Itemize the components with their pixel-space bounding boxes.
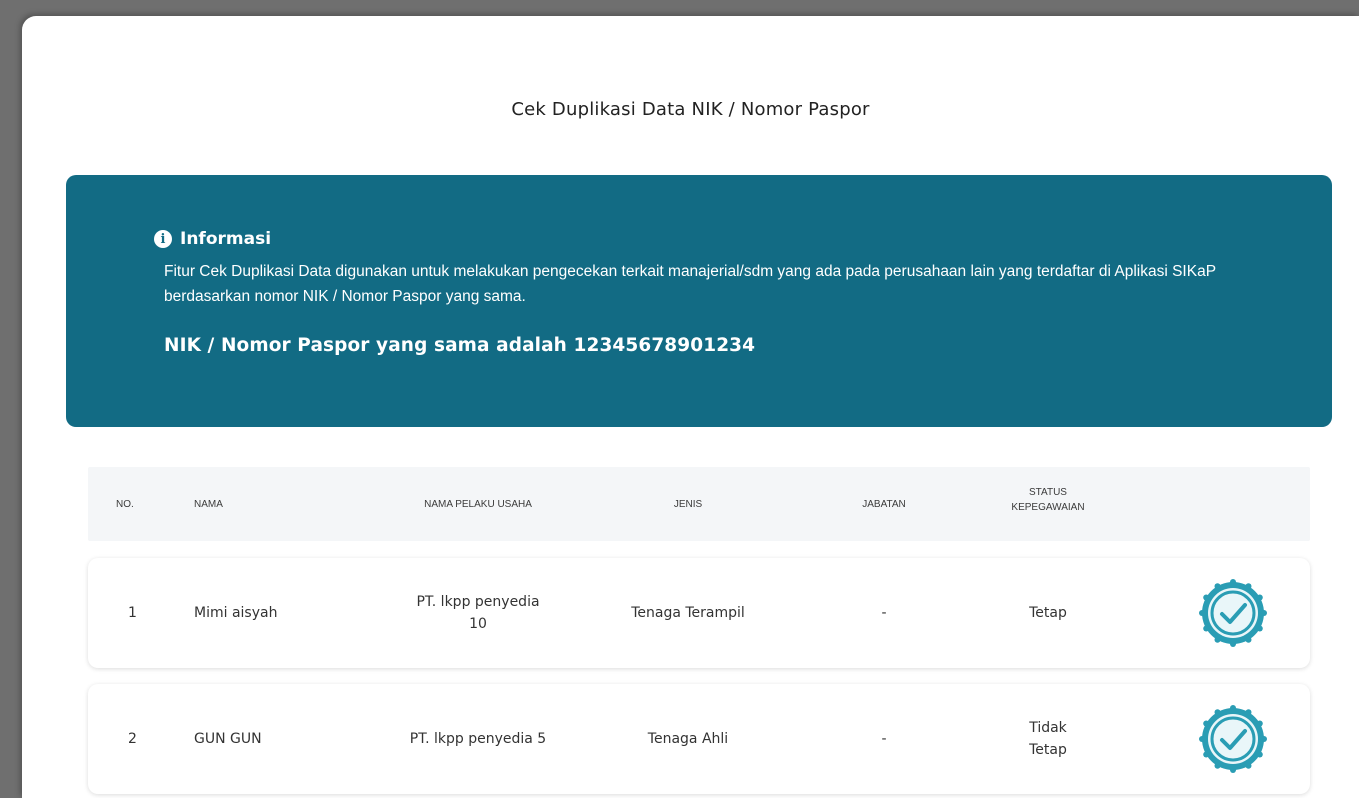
row-jenis: Tenaga Ahli — [647, 731, 729, 747]
check-badge-icon[interactable] — [1198, 704, 1268, 774]
header-status-line1: STATUS — [1029, 487, 1067, 498]
table-row: 1 Mimi aisyah PT. lkpp penyedia 10 Tenag… — [88, 558, 1310, 668]
row-pelaku-line1: PT. lkpp penyedia — [416, 594, 540, 610]
info-description: Fitur Cek Duplikasi Data digunakan untuk… — [164, 263, 1216, 305]
row-pelaku-line1: PT. lkpp penyedia 5 — [409, 731, 547, 747]
row-nama: GUN GUN — [194, 731, 262, 747]
info-panel: i Informasi Fitur Cek Duplikasi Data dig… — [66, 175, 1332, 427]
info-heading: i Informasi — [154, 229, 271, 249]
table-header: NO. NAMA NAMA PELAKU USAHA JENIS JABATAN… — [88, 467, 1310, 541]
header-no: NO. — [116, 499, 134, 510]
modal-title: Cek Duplikasi Data NIK / Nomor Paspor — [511, 99, 870, 120]
row-status-line2: Tetap — [1029, 742, 1067, 758]
screen-backdrop: Cek Duplikasi Data NIK / Nomor Paspor i … — [0, 0, 1359, 798]
info-heading-label: Informasi — [180, 229, 272, 249]
info-circle-icon: i — [154, 230, 172, 248]
info-nik-line: NIK / Nomor Paspor yang sama adalah 1234… — [164, 335, 756, 356]
row-jabatan: - — [881, 605, 887, 621]
row-status-kepegawaian: Tetap — [1008, 602, 1088, 624]
row-status-line1: Tetap — [1029, 605, 1067, 621]
row-jenis: Tenaga Terampil — [631, 605, 745, 621]
row-jabatan: - — [881, 731, 887, 747]
row-no: 2 — [128, 731, 137, 747]
header-nama: NAMA — [194, 499, 223, 510]
check-badge-icon[interactable] — [1198, 578, 1268, 648]
header-jabatan: JABATAN — [862, 499, 906, 510]
row-status-kepegawaian: Tidak Tetap — [1008, 717, 1088, 761]
row-nama-pelaku-usaha: PT. lkpp penyedia 5 — [388, 728, 568, 750]
row-status-line1: Tidak — [1029, 720, 1067, 736]
row-nama: Mimi aisyah — [194, 605, 278, 621]
duplicate-check-modal: Cek Duplikasi Data NIK / Nomor Paspor i … — [22, 16, 1359, 798]
row-nama-pelaku-usaha: PT. lkpp penyedia 10 — [388, 591, 568, 635]
table-row: 2 GUN GUN PT. lkpp penyedia 5 Tenaga Ahl… — [88, 684, 1310, 794]
header-status-line2: KEPEGAWAIAN — [1011, 502, 1085, 513]
header-nama-pelaku-usaha: NAMA PELAKU USAHA — [424, 499, 532, 510]
header-status-kepegawaian: STATUS KEPEGAWAIAN — [988, 485, 1108, 515]
row-pelaku-line2: 10 — [469, 616, 487, 632]
row-no: 1 — [128, 605, 137, 621]
header-jenis: JENIS — [673, 499, 703, 510]
